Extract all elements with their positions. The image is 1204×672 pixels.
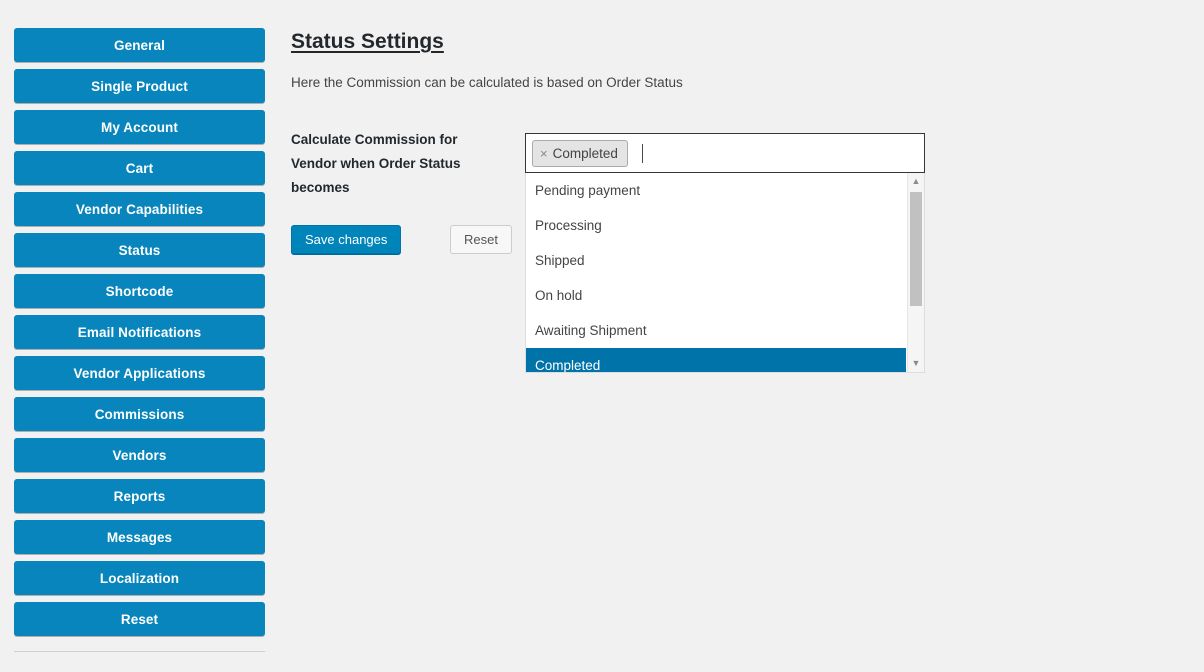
sidebar-item-vendors[interactable]: Vendors <box>14 438 265 472</box>
main-content: Status Settings Here the Commission can … <box>280 0 1204 672</box>
page-description: Here the Commission can be calculated is… <box>291 75 683 90</box>
dropdown-option-on-hold[interactable]: On hold <box>526 278 906 313</box>
order-status-multiselect[interactable]: × Completed <box>525 133 925 173</box>
field-label: Calculate Commission for Vendor when Ord… <box>291 132 461 195</box>
sidebar-item-localization[interactable]: Localization <box>14 561 265 595</box>
sidebar-item-commissions[interactable]: Commissions <box>14 397 265 431</box>
reset-button[interactable]: Reset <box>450 225 512 254</box>
sidebar-item-messages[interactable]: Messages <box>14 520 265 554</box>
dropdown-option-list: Pending payment Processing Shipped On ho… <box>526 173 906 372</box>
sidebar-divider <box>14 651 265 652</box>
dropdown-option-awaiting-shipment[interactable]: Awaiting Shipment <box>526 313 906 348</box>
sidebar: General Single Product My Account Cart V… <box>0 0 280 672</box>
sidebar-item-status[interactable]: Status <box>14 233 265 267</box>
sidebar-item-reset[interactable]: Reset <box>14 602 265 636</box>
scroll-down-arrow-icon[interactable]: ▼ <box>908 355 924 372</box>
text-cursor <box>641 143 643 163</box>
sidebar-item-single-product[interactable]: Single Product <box>14 69 265 103</box>
scroll-up-arrow-icon[interactable]: ▲ <box>908 173 924 190</box>
dropdown-option-pending-payment[interactable]: Pending payment <box>526 173 906 208</box>
sidebar-item-cart[interactable]: Cart <box>14 151 265 185</box>
sidebar-item-vendor-applications[interactable]: Vendor Applications <box>14 356 265 390</box>
save-changes-button[interactable]: Save changes <box>291 225 402 254</box>
token-completed[interactable]: × Completed <box>532 139 628 167</box>
dropdown-option-completed[interactable]: Completed <box>526 348 906 372</box>
scrollbar-thumb[interactable] <box>910 192 922 306</box>
dropdown-option-shipped[interactable]: Shipped <box>526 243 906 278</box>
sidebar-item-vendor-capabilities[interactable]: Vendor Capabilities <box>14 192 265 226</box>
page-title: Status Settings <box>291 30 444 53</box>
sidebar-item-email-notifications[interactable]: Email Notifications <box>14 315 265 349</box>
sidebar-item-reports[interactable]: Reports <box>14 479 265 513</box>
sidebar-item-general[interactable]: General <box>14 28 265 62</box>
sidebar-item-my-account[interactable]: My Account <box>14 110 265 144</box>
dropdown-option-processing[interactable]: Processing <box>526 208 906 243</box>
token-label: Completed <box>552 145 618 161</box>
token-remove-icon[interactable]: × <box>540 146 548 161</box>
sidebar-item-shortcode[interactable]: Shortcode <box>14 274 265 308</box>
dropdown-scrollbar[interactable]: ▲ ▼ <box>907 173 924 372</box>
order-status-dropdown: Pending payment Processing Shipped On ho… <box>525 173 925 373</box>
